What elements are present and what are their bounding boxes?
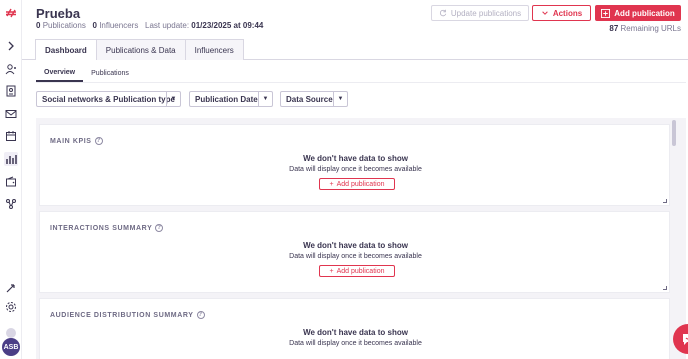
settings-icon[interactable] [4,300,18,314]
card-title-text: INTERACTIONS SUMMARY [50,224,153,232]
subtab-publications[interactable]: Publications [83,65,137,82]
filter-data-source-label: Data Source [286,94,333,104]
help-icon[interactable]: ? [94,137,103,145]
logo-icon[interactable] [4,6,18,20]
page-meta: 0 Publications 0 Influencers Last update… [36,21,263,30]
mail-icon[interactable] [4,107,18,121]
main-content: Prueba 0 Publications 0 Influencers Last… [22,0,688,359]
calendar-icon[interactable] [4,129,18,143]
last-update-value: 01/23/2025 at 09:44 [191,21,264,30]
card-add-publication-label: Add publication [336,180,385,188]
filter-social-networks[interactable]: Social networks & Publication type ▼ [36,91,181,107]
remaining-label: Remaining URLs [620,24,681,33]
card-add-publication-button[interactable]: + Add publication [319,178,395,190]
card-title-text: MAIN KPIS [50,137,92,145]
empty-subtitle: Data will display once it becomes availa… [289,340,422,347]
tab-publications-data[interactable]: Publications & Data [95,39,186,60]
expand-icon[interactable] [4,39,18,53]
add-publication-button[interactable]: Add publication [595,5,681,21]
chevron-down-icon: ▼ [333,92,347,106]
card-title: AUDIENCE DISTRIBUTION SUMMARY? [50,311,205,319]
tab-dashboard[interactable]: Dashboard [35,39,97,60]
plus-icon: + [329,180,334,188]
card-interactions-summary: INTERACTIONS SUMMARY? We don't have data… [39,211,670,293]
workflow-icon[interactable] [4,197,18,211]
actions-label: Actions [552,8,583,18]
update-publications-label: Update publications [450,8,522,18]
avatar-initials: ASB [3,343,19,351]
card-title: INTERACTIONS SUMMARY? [50,224,164,232]
resize-handle[interactable] [663,199,667,203]
add-publication-label: Add publication [614,8,675,18]
empty-subtitle: Data will display once it becomes availa… [289,253,422,260]
card-title: MAIN KPIS? [50,137,103,145]
avatar-status [6,328,16,338]
remaining-urls: 87 Remaining URLs [609,24,681,33]
influencers-count: 0 [92,21,97,30]
main-tabs: Dashboard Publications & Data Influencer… [35,39,244,60]
contacts-icon[interactable] [4,84,18,98]
plus-icon [601,8,611,18]
users-icon[interactable] [4,62,18,76]
analytics-icon[interactable] [4,152,18,166]
filter-social-networks-label: Social networks & Publication type [42,94,175,104]
publications-count: 0 [36,21,41,30]
avatar[interactable]: ASB [2,338,20,356]
wallet-icon[interactable] [4,175,18,189]
sub-tabs: Overview Publications [36,65,137,82]
filter-data-source[interactable]: Data Source ▼ [280,91,348,107]
subtab-overview[interactable]: Overview [36,65,84,82]
card-title-text: AUDIENCE DISTRIBUTION SUMMARY [50,311,194,319]
subtabs-divider [36,82,686,83]
scrollbar-thumb[interactable] [672,120,676,146]
page-title: Prueba [36,6,81,21]
help-icon[interactable]: ? [196,311,205,319]
chat-icon [683,334,688,345]
card-add-publication-button[interactable]: + Add publication [319,265,395,277]
chevron-down-icon: ▼ [166,92,180,106]
filter-publication-date-label: Publication Date [195,94,258,104]
empty-title: We don't have data to show [303,328,408,337]
chevron-down-icon [542,11,548,15]
dashboard-content: MAIN KPIS? We don't have data to show Da… [36,118,686,359]
publications-label: Publications [42,21,86,30]
update-publications-button[interactable]: Update publications [431,5,529,21]
sidebar: ASB [0,0,22,359]
tab-influencers-label: Influencers [194,45,234,55]
tab-dashboard-label: Dashboard [45,45,87,55]
filter-publication-date[interactable]: Publication Date ▼ [189,91,273,107]
card-audience-distribution: AUDIENCE DISTRIBUTION SUMMARY? We don't … [39,298,670,359]
tab-influencers[interactable]: Influencers [184,39,244,60]
rocket-icon[interactable] [4,281,18,295]
card-main-kpis: MAIN KPIS? We don't have data to show Da… [39,124,670,206]
help-icon[interactable]: ? [155,224,164,232]
subtab-publications-label: Publications [91,70,129,77]
empty-subtitle: Data will display once it becomes availa… [289,166,422,173]
actions-button[interactable]: Actions [532,5,591,21]
tab-publications-data-label: Publications & Data [105,45,176,55]
chevron-down-icon: ▼ [258,92,272,106]
card-add-publication-label: Add publication [336,267,385,275]
plus-icon: + [329,267,334,275]
influencers-label: Influencers [99,21,139,30]
refresh-icon [439,9,447,17]
empty-title: We don't have data to show [303,241,408,250]
empty-title: We don't have data to show [303,154,408,163]
resize-handle[interactable] [663,286,667,290]
last-update-label: Last update: [145,21,190,30]
remaining-count: 87 [609,24,619,33]
subtab-overview-label: Overview [44,69,76,76]
